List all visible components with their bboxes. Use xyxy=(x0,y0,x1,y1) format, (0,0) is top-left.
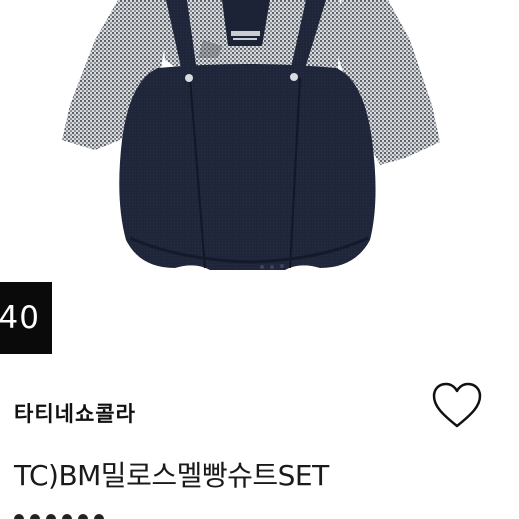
romper-illustration xyxy=(62,0,440,270)
romper-shorts xyxy=(119,64,376,270)
wishlist-button[interactable] xyxy=(428,379,486,433)
discount-value: 40 xyxy=(0,300,40,336)
brand-name[interactable]: 타티네쇼콜라 xyxy=(14,398,136,428)
price-row-partial xyxy=(14,510,314,519)
discount-badge: 40 xyxy=(0,282,52,354)
heart-outline-icon xyxy=(432,382,482,428)
product-image[interactable] xyxy=(0,0,519,362)
product-title[interactable]: TC)BM밀로스멜빵슈트SET xyxy=(14,454,329,494)
